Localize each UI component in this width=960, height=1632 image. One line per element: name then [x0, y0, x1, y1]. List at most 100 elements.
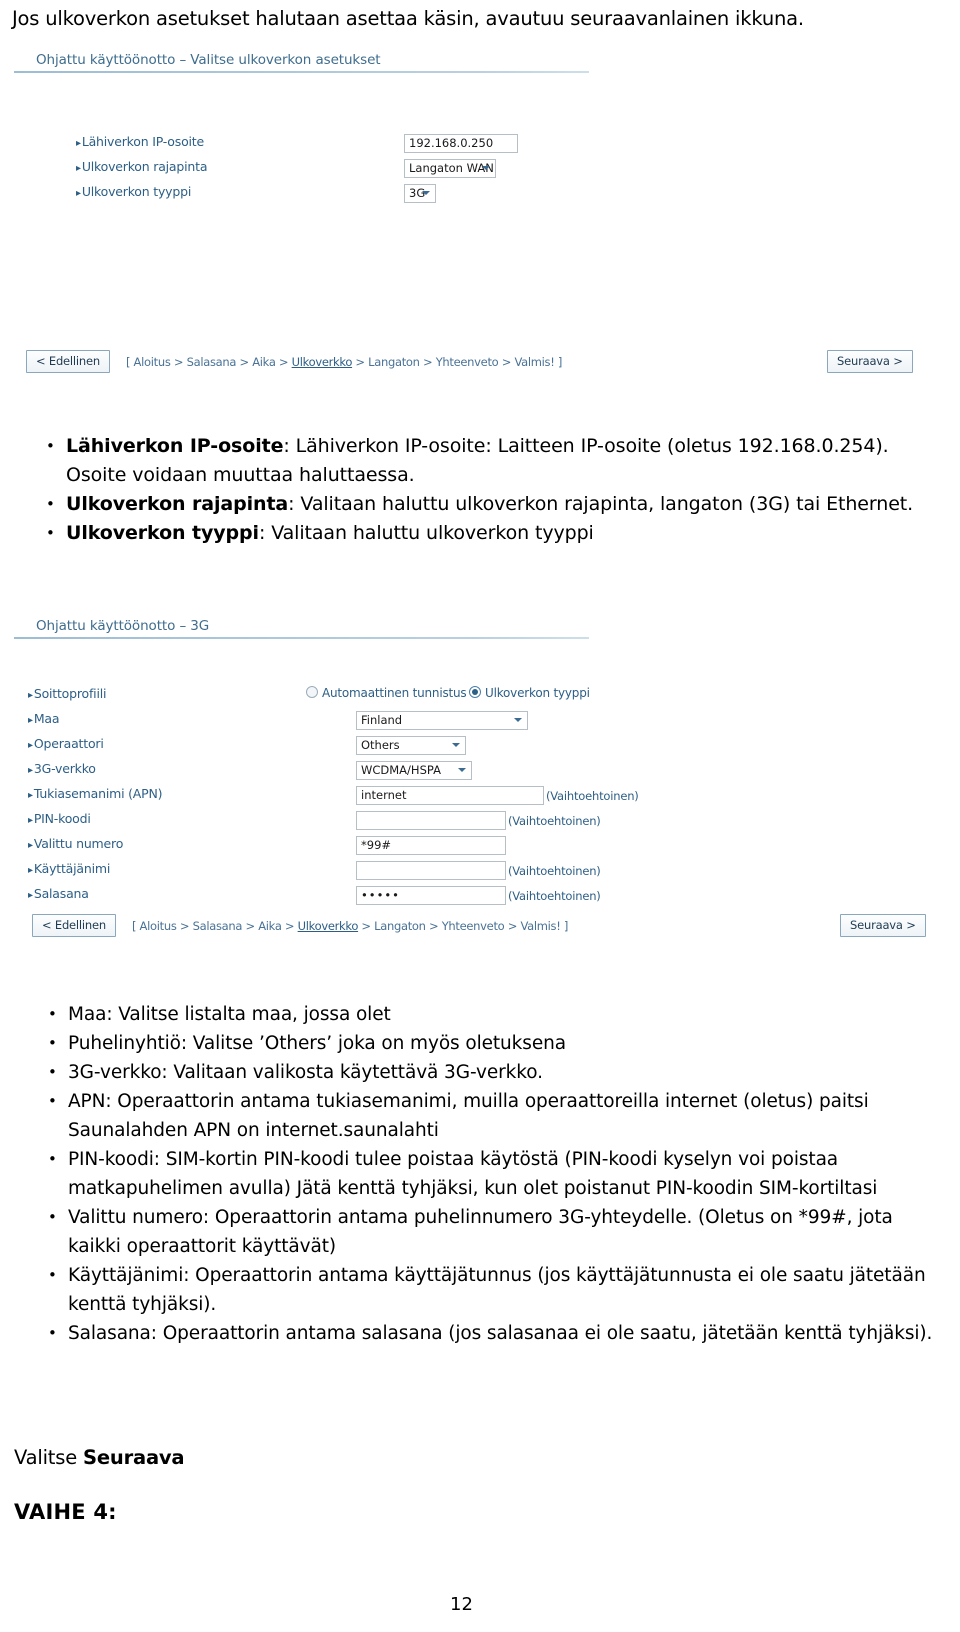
- field-label-lan-ip: ▸Lähiverkon IP-osoite: [76, 134, 204, 149]
- field-label-wan-type: ▸Ulkoverkon tyyppi: [76, 184, 192, 199]
- chevron-down-icon: [452, 743, 460, 747]
- breadcrumb-item[interactable]: Aloitus: [134, 355, 171, 369]
- chevron-down-icon: [482, 166, 490, 170]
- username-input[interactable]: [356, 861, 506, 880]
- breadcrumb-wan[interactable]: [ Aloitus > Salasana > Aika > Ulkoverkko…: [126, 355, 562, 369]
- list-item: Ulkoverkon rajapinta: Valitaan haluttu u…: [40, 490, 940, 519]
- list-item: Lähiverkon IP-osoite: Lähiverkon IP-osoi…: [40, 432, 940, 490]
- bullet-arrow-icon: ▸: [28, 790, 33, 801]
- page-number: 12: [450, 1594, 473, 1615]
- lan-ip-input-wrap[interactable]: 192.168.0.250: [404, 134, 518, 156]
- next-button-3g[interactable]: Seuraava >: [840, 914, 926, 937]
- username-input-wrap[interactable]: [356, 861, 506, 883]
- field-label-apn: ▸Tukiasemanimi (APN): [28, 786, 163, 801]
- form-row-dial-profile: ▸Soittoprofiili Automaattinen tunnistus …: [14, 686, 946, 706]
- step-heading: VAIHE 4:: [14, 1500, 117, 1524]
- field-label-operator: ▸Operaattori: [28, 736, 104, 751]
- next-button-wan[interactable]: Seuraava >: [827, 350, 913, 373]
- pin-optional-note: (Vaihtoehtoinen): [508, 814, 601, 828]
- form-row-lan-ip: ▸Lähiverkon IP-osoite 192.168.0.250: [14, 134, 946, 154]
- form-row-username: ▸Käyttäjänimi (Vaihtoehtoinen): [14, 861, 946, 881]
- form-row-pin: ▸PIN-koodi (Vaihtoehtoinen): [14, 811, 946, 831]
- breadcrumb-item[interactable]: Aika: [258, 919, 282, 933]
- bullet-arrow-icon: ▸: [76, 163, 81, 174]
- prev-button-wan[interactable]: < Edellinen: [26, 350, 110, 373]
- field-label-pin: ▸PIN-koodi: [28, 811, 91, 826]
- bullet-arrow-icon: ▸: [76, 188, 81, 199]
- field-label-password: ▸Salasana: [28, 886, 89, 901]
- country-select-wrap[interactable]: Finland: [356, 711, 528, 733]
- list-item: PIN-koodi: SIM-kortin PIN-koodi tulee po…: [42, 1145, 942, 1203]
- field-label-dial-number: ▸Valittu numero: [28, 836, 124, 851]
- breadcrumb-item[interactable]: Yhteenveto: [436, 355, 499, 369]
- password-optional-note: (Vaihtoehtoinen): [508, 889, 601, 903]
- bullet-arrow-icon: ▸: [28, 765, 33, 776]
- list-item: Ulkoverkon tyyppi: Valitaan haluttu ulko…: [40, 519, 940, 548]
- password-input[interactable]: •••••: [356, 886, 506, 905]
- operator-select[interactable]: Others: [356, 736, 466, 755]
- username-optional-note: (Vaihtoehtoinen): [508, 864, 601, 878]
- wan-interface-select-wrap[interactable]: Langaton WAN: [404, 159, 496, 181]
- field-label-3g-network: ▸3G-verkko: [28, 761, 96, 776]
- list-item: APN: Operaattorin antama tukiasemanimi, …: [42, 1087, 942, 1145]
- breadcrumb-item[interactable]: Yhteenveto: [442, 919, 505, 933]
- lan-ip-input[interactable]: 192.168.0.250: [404, 134, 518, 153]
- form-row-3g-network: ▸3G-verkko WCDMA/HSPA: [14, 761, 946, 781]
- radio-wan-type[interactable]: Ulkoverkon tyyppi: [469, 686, 590, 700]
- breadcrumb-item[interactable]: Ulkoverkko: [298, 919, 359, 933]
- prev-button-3g[interactable]: < Edellinen: [32, 914, 116, 937]
- bullet-arrow-icon: ▸: [28, 815, 33, 826]
- form-row-dial-number: ▸Valittu numero *99#: [14, 836, 946, 856]
- apn-input-wrap[interactable]: internet: [356, 786, 544, 808]
- field-label-username: ▸Käyttäjänimi: [28, 861, 111, 876]
- form-row-country: ▸Maa Finland: [14, 711, 946, 731]
- field-label-country: ▸Maa: [28, 711, 60, 726]
- explanation-list-wan: Lähiverkon IP-osoite: Lähiverkon IP-osoi…: [40, 432, 940, 548]
- pin-input[interactable]: [356, 811, 506, 830]
- wan-interface-select[interactable]: Langaton WAN: [404, 159, 496, 178]
- radio-icon-on: [469, 686, 481, 698]
- password-input-wrap[interactable]: •••••: [356, 886, 506, 908]
- dial-number-input[interactable]: *99#: [356, 836, 506, 855]
- bullet-arrow-icon: ▸: [28, 690, 33, 701]
- wizard-title-rule: [14, 71, 589, 73]
- wizard-header-wan: Ohjattu käyttöönotto – Valitse ulkoverko…: [14, 52, 946, 73]
- wan-type-select[interactable]: 3G: [404, 184, 436, 203]
- wizard-title-3g: Ohjattu käyttöönotto – 3G: [36, 618, 210, 634]
- form-row-wan-interface: ▸Ulkoverkon rajapinta Langaton WAN: [14, 159, 946, 179]
- breadcrumb-item[interactable]: Aika: [252, 355, 276, 369]
- chevron-down-icon: [422, 191, 430, 195]
- wizard-header-3g: Ohjattu käyttöönotto – 3G: [14, 618, 946, 639]
- wan-type-select-wrap[interactable]: 3G: [404, 184, 436, 206]
- 3g-network-select-wrap[interactable]: WCDMA/HSPA: [356, 761, 472, 783]
- operator-select-wrap[interactable]: Others: [356, 736, 466, 758]
- chevron-down-icon: [458, 768, 466, 772]
- form-row-wan-type: ▸Ulkoverkon tyyppi 3G: [14, 184, 946, 204]
- chevron-down-icon: [514, 718, 522, 722]
- list-item: Maa: Valitse listalta maa, jossa olet: [42, 1000, 942, 1029]
- breadcrumb-item[interactable]: Langaton: [374, 919, 426, 933]
- bullet-arrow-icon: ▸: [76, 138, 81, 149]
- 3g-network-select[interactable]: WCDMA/HSPA: [356, 761, 472, 780]
- form-row-operator: ▸Operaattori Others: [14, 736, 946, 756]
- breadcrumb-item[interactable]: Aloitus: [140, 919, 177, 933]
- breadcrumb-item[interactable]: Valmis!: [520, 919, 560, 933]
- bullet-arrow-icon: ▸: [28, 865, 33, 876]
- field-label-dial-profile: ▸Soittoprofiili: [28, 686, 107, 701]
- bullet-arrow-icon: ▸: [28, 890, 33, 901]
- breadcrumb-item[interactable]: Valmis!: [514, 355, 554, 369]
- breadcrumb-item[interactable]: Langaton: [368, 355, 420, 369]
- pin-input-wrap[interactable]: [356, 811, 506, 833]
- breadcrumb-3g[interactable]: [ Aloitus > Salasana > Aika > Ulkoverkko…: [132, 919, 568, 933]
- country-select[interactable]: Finland: [356, 711, 528, 730]
- field-label-wan-interface: ▸Ulkoverkon rajapinta: [76, 159, 208, 174]
- radio-auto-detect[interactable]: Automaattinen tunnistus: [306, 686, 467, 700]
- breadcrumb-item[interactable]: Ulkoverkko: [292, 355, 353, 369]
- next-step-instruction: Valitse Seuraava: [14, 1446, 185, 1469]
- intro-paragraph: Jos ulkoverkon asetukset halutaan asetta…: [12, 7, 804, 30]
- breadcrumb-item[interactable]: Salasana: [193, 919, 243, 933]
- radio-icon-off: [306, 686, 318, 698]
- apn-input[interactable]: internet: [356, 786, 544, 805]
- breadcrumb-item[interactable]: Salasana: [187, 355, 237, 369]
- dial-number-input-wrap[interactable]: *99#: [356, 836, 506, 858]
